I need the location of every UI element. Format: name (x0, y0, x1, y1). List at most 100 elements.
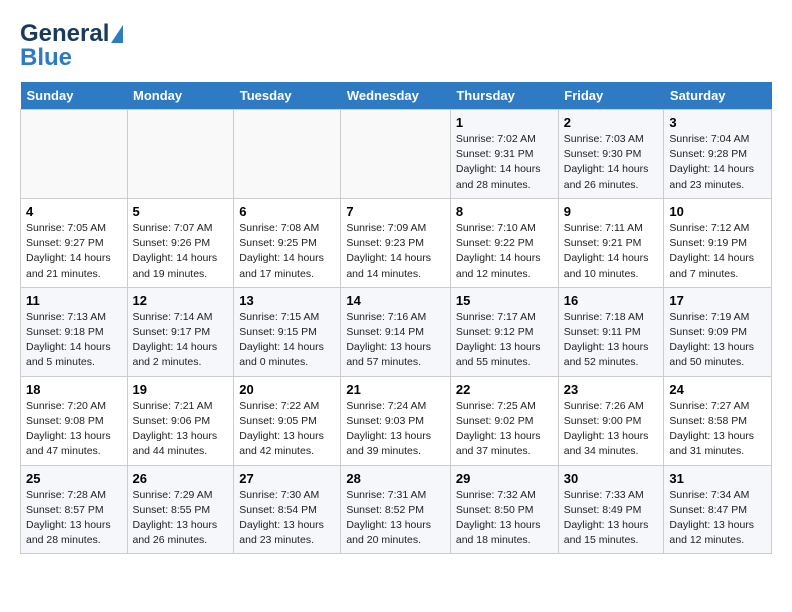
day-number: 24 (669, 382, 766, 397)
calendar-cell: 25 Sunrise: 7:28 AM Sunset: 8:57 PM Dayli… (21, 465, 128, 554)
col-header-sunday: Sunday (21, 82, 128, 110)
day-info: Sunrise: 7:11 AM Sunset: 9:21 PM Dayligh… (564, 221, 659, 282)
calendar-week-3: 11 Sunrise: 7:13 AM Sunset: 9:18 PM Dayli… (21, 287, 772, 376)
day-number: 22 (456, 382, 553, 397)
calendar-cell: 26Sunrise: 7:29 AM Sunset: 8:55 PM Dayli… (127, 465, 234, 554)
calendar-cell: 7Sunrise: 7:09 AM Sunset: 9:23 PM Daylig… (341, 198, 451, 287)
day-info: Sunrise: 7:30 AM Sunset: 8:54 PM Dayligh… (239, 488, 335, 549)
logo: General Blue (20, 20, 123, 72)
day-info: Sunrise: 7:17 AM Sunset: 9:12 PM Dayligh… (456, 310, 553, 371)
calendar-week-4: 18 Sunrise: 7:20 AM Sunset: 9:08 PM Dayli… (21, 376, 772, 465)
header-row: SundayMondayTuesdayWednesdayThursdayFrid… (21, 82, 772, 110)
day-number: 11 (26, 293, 122, 308)
calendar-cell: 18 Sunrise: 7:20 AM Sunset: 9:08 PM Dayli… (21, 376, 128, 465)
calendar-cell: 19Sunrise: 7:21 AM Sunset: 9:06 PM Dayli… (127, 376, 234, 465)
day-number: 4 (26, 204, 122, 219)
calendar-cell: 5 Sunrise: 7:07 AM Sunset: 9:26 PM Daylig… (127, 198, 234, 287)
day-info: Sunrise: 7:09 AM Sunset: 9:23 PM Dayligh… (346, 221, 445, 282)
day-number: 19 (133, 382, 229, 397)
day-number: 30 (564, 471, 659, 486)
day-number: 17 (669, 293, 766, 308)
calendar-table: SundayMondayTuesdayWednesdayThursdayFrid… (20, 82, 772, 554)
calendar-cell: 14 Sunrise: 7:16 AM Sunset: 9:14 PM Dayli… (341, 287, 451, 376)
day-info: Sunrise: 7:10 AM Sunset: 9:22 PM Dayligh… (456, 221, 553, 282)
day-number: 25 (26, 471, 122, 486)
calendar-cell: 11 Sunrise: 7:13 AM Sunset: 9:18 PM Dayli… (21, 287, 128, 376)
day-info: Sunrise: 7:04 AM Sunset: 9:28 PM Dayligh… (669, 132, 766, 193)
day-info: Sunrise: 7:14 AM Sunset: 9:17 PM Dayligh… (133, 310, 229, 371)
calendar-cell (21, 110, 128, 199)
calendar-cell: 30 Sunrise: 7:33 AM Sunset: 8:49 PM Dayli… (558, 465, 664, 554)
day-info: Sunrise: 7:26 AM Sunset: 9:00 PM Dayligh… (564, 399, 659, 460)
day-info: Sunrise: 7:31 AM Sunset: 8:52 PM Dayligh… (346, 488, 445, 549)
calendar-cell: 1 Sunrise: 7:02 AM Sunset: 9:31 PM Daylig… (450, 110, 558, 199)
calendar-cell: 17 Sunrise: 7:19 AM Sunset: 9:09 PM Dayli… (664, 287, 772, 376)
calendar-cell: 13 Sunrise: 7:15 AM Sunset: 9:15 PM Dayli… (234, 287, 341, 376)
day-info: Sunrise: 7:22 AM Sunset: 9:05 PM Dayligh… (239, 399, 335, 460)
day-info: Sunrise: 7:07 AM Sunset: 9:26 PM Dayligh… (133, 221, 229, 282)
day-number: 1 (456, 115, 553, 130)
calendar-cell: 10 Sunrise: 7:12 AM Sunset: 9:19 PM Dayli… (664, 198, 772, 287)
col-header-saturday: Saturday (664, 82, 772, 110)
day-info: Sunrise: 7:32 AM Sunset: 8:50 PM Dayligh… (456, 488, 553, 549)
calendar-cell: 15 Sunrise: 7:17 AM Sunset: 9:12 PM Dayli… (450, 287, 558, 376)
day-number: 21 (346, 382, 445, 397)
day-info: Sunrise: 7:28 AM Sunset: 8:57 PM Dayligh… (26, 488, 122, 549)
day-info: Sunrise: 7:12 AM Sunset: 9:19 PM Dayligh… (669, 221, 766, 282)
day-number: 2 (564, 115, 659, 130)
calendar-cell: 20 Sunrise: 7:22 AM Sunset: 9:05 PM Dayli… (234, 376, 341, 465)
day-number: 26 (133, 471, 229, 486)
day-info: Sunrise: 7:20 AM Sunset: 9:08 PM Dayligh… (26, 399, 122, 460)
calendar-cell: 23 Sunrise: 7:26 AM Sunset: 9:00 PM Dayli… (558, 376, 664, 465)
day-info: Sunrise: 7:15 AM Sunset: 9:15 PM Dayligh… (239, 310, 335, 371)
day-number: 5 (133, 204, 229, 219)
day-info: Sunrise: 7:33 AM Sunset: 8:49 PM Dayligh… (564, 488, 659, 549)
day-info: Sunrise: 7:08 AM Sunset: 9:25 PM Dayligh… (239, 221, 335, 282)
col-header-tuesday: Tuesday (234, 82, 341, 110)
day-info: Sunrise: 7:24 AM Sunset: 9:03 PM Dayligh… (346, 399, 445, 460)
calendar-week-2: 4 Sunrise: 7:05 AM Sunset: 9:27 PM Daylig… (21, 198, 772, 287)
day-info: Sunrise: 7:02 AM Sunset: 9:31 PM Dayligh… (456, 132, 553, 193)
day-info: Sunrise: 7:05 AM Sunset: 9:27 PM Dayligh… (26, 221, 122, 282)
day-info: Sunrise: 7:25 AM Sunset: 9:02 PM Dayligh… (456, 399, 553, 460)
day-number: 28 (346, 471, 445, 486)
page-header: General Blue (20, 20, 772, 72)
day-number: 29 (456, 471, 553, 486)
col-header-wednesday: Wednesday (341, 82, 451, 110)
calendar-cell: 16 Sunrise: 7:18 AM Sunset: 9:11 PM Dayli… (558, 287, 664, 376)
day-number: 8 (456, 204, 553, 219)
calendar-cell: 29 Sunrise: 7:32 AM Sunset: 8:50 PM Dayli… (450, 465, 558, 554)
calendar-cell (234, 110, 341, 199)
day-number: 9 (564, 204, 659, 219)
calendar-cell: 8 Sunrise: 7:10 AM Sunset: 9:22 PM Daylig… (450, 198, 558, 287)
calendar-cell: 24 Sunrise: 7:27 AM Sunset: 8:58 PM Dayli… (664, 376, 772, 465)
calendar-week-1: 1 Sunrise: 7:02 AM Sunset: 9:31 PM Daylig… (21, 110, 772, 199)
col-header-friday: Friday (558, 82, 664, 110)
logo-blue: Blue (20, 44, 72, 72)
day-info: Sunrise: 7:18 AM Sunset: 9:11 PM Dayligh… (564, 310, 659, 371)
col-header-monday: Monday (127, 82, 234, 110)
day-number: 13 (239, 293, 335, 308)
day-info: Sunrise: 7:16 AM Sunset: 9:14 PM Dayligh… (346, 310, 445, 371)
calendar-cell: 21 Sunrise: 7:24 AM Sunset: 9:03 PM Dayli… (341, 376, 451, 465)
day-number: 27 (239, 471, 335, 486)
calendar-cell: 22 Sunrise: 7:25 AM Sunset: 9:02 PM Dayli… (450, 376, 558, 465)
day-info: Sunrise: 7:13 AM Sunset: 9:18 PM Dayligh… (26, 310, 122, 371)
day-number: 16 (564, 293, 659, 308)
day-number: 31 (669, 471, 766, 486)
day-number: 15 (456, 293, 553, 308)
col-header-thursday: Thursday (450, 82, 558, 110)
calendar-cell: 9 Sunrise: 7:11 AM Sunset: 9:21 PM Daylig… (558, 198, 664, 287)
calendar-cell: 4 Sunrise: 7:05 AM Sunset: 9:27 PM Daylig… (21, 198, 128, 287)
calendar-cell: 27 Sunrise: 7:30 AM Sunset: 8:54 PM Dayli… (234, 465, 341, 554)
day-info: Sunrise: 7:34 AM Sunset: 8:47 PM Dayligh… (669, 488, 766, 549)
day-number: 10 (669, 204, 766, 219)
calendar-week-5: 25 Sunrise: 7:28 AM Sunset: 8:57 PM Dayli… (21, 465, 772, 554)
day-number: 23 (564, 382, 659, 397)
day-info: Sunrise: 7:19 AM Sunset: 9:09 PM Dayligh… (669, 310, 766, 371)
day-info: Sunrise: 7:27 AM Sunset: 8:58 PM Dayligh… (669, 399, 766, 460)
day-number: 20 (239, 382, 335, 397)
day-number: 18 (26, 382, 122, 397)
calendar-cell: 3Sunrise: 7:04 AM Sunset: 9:28 PM Daylig… (664, 110, 772, 199)
day-number: 14 (346, 293, 445, 308)
